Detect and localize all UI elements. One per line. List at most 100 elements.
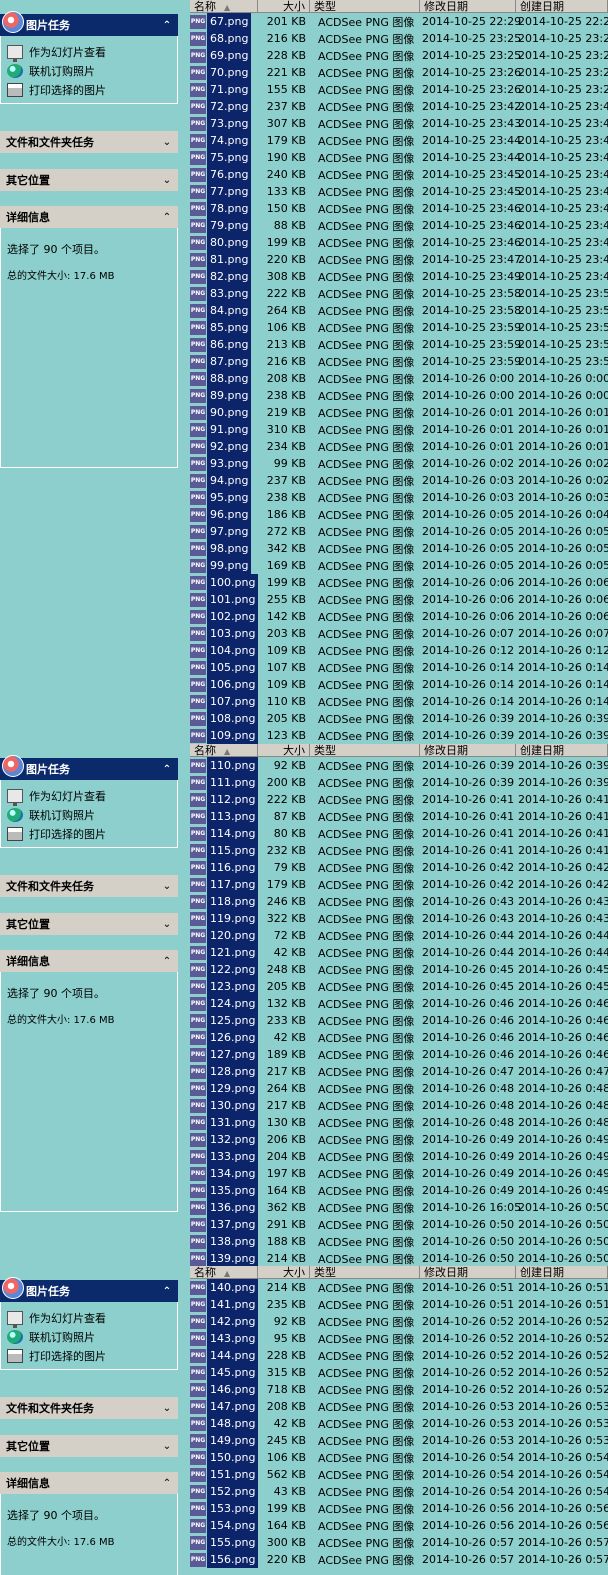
file-name-cell[interactable]: PNG 80.png <box>190 234 258 251</box>
file-name-cell[interactable]: PNG 106.png <box>190 676 258 693</box>
file-name-cell[interactable]: PNG 110.png <box>190 757 258 774</box>
file-name-cell[interactable]: PNG 135.png <box>190 1182 258 1199</box>
file-name-cell[interactable]: PNG 121.png <box>190 944 258 961</box>
view-slideshow-link[interactable]: 作为幻灯片查看 <box>7 1308 177 1328</box>
file-name-cell[interactable]: PNG 89.png <box>190 387 258 404</box>
table-row[interactable]: PNG 94.png 237 KB ACDSee PNG 图像 2014-10-26 0… <box>190 472 608 489</box>
file-name-cell[interactable]: PNG 117.png <box>190 876 258 893</box>
table-row[interactable]: PNG 119.png 322 KB ACDSee PNG 图像 2014-10-26 … <box>190 910 608 927</box>
table-row[interactable]: PNG 152.png 43 KB ACDSee PNG 图像 2014-10-26 0… <box>190 1483 608 1500</box>
table-row[interactable]: PNG 118.png 246 KB ACDSee PNG 图像 2014-10-26 … <box>190 893 608 910</box>
table-row[interactable]: PNG 108.png 205 KB ACDSee PNG 图像 2014-10-26 … <box>190 710 608 727</box>
column-size[interactable]: 大小 <box>258 1266 310 1278</box>
other-places-header[interactable]: 其它位置 ⌄ <box>0 169 178 191</box>
file-name-cell[interactable]: PNG 113.png <box>190 808 258 825</box>
table-row[interactable]: PNG 69.png 228 KB ACDSee PNG 图像 2014-10-25 2… <box>190 47 608 64</box>
table-row[interactable]: PNG 99.png 169 KB ACDSee PNG 图像 2014-10-26 0… <box>190 557 608 574</box>
expand-icon[interactable]: ⌄ <box>156 137 178 148</box>
table-row[interactable]: PNG 85.png 106 KB ACDSee PNG 图像 2014-10-25 2… <box>190 319 608 336</box>
file-name-cell[interactable]: PNG 146.png <box>190 1381 258 1398</box>
table-row[interactable]: PNG 110.png 92 KB ACDSee PNG 图像 2014-10-26 0… <box>190 757 608 774</box>
table-row[interactable]: PNG 100.png 199 KB ACDSee PNG 图像 2014-10-26 … <box>190 574 608 591</box>
file-name-cell[interactable]: PNG 115.png <box>190 842 258 859</box>
file-name-cell[interactable]: PNG 155.png <box>190 1534 258 1551</box>
file-name-cell[interactable]: PNG 131.png <box>190 1114 258 1131</box>
order-prints-link[interactable]: 联机订购照片 <box>7 61 177 80</box>
table-row[interactable]: PNG 133.png 204 KB ACDSee PNG 图像 2014-10-26 … <box>190 1148 608 1165</box>
file-name-cell[interactable]: PNG 67.png <box>190 13 258 30</box>
table-row[interactable]: PNG 74.png 179 KB ACDSee PNG 图像 2014-10-25 2… <box>190 132 608 149</box>
file-name-cell[interactable]: PNG 72.png <box>190 98 258 115</box>
file-name-cell[interactable]: PNG 123.png <box>190 978 258 995</box>
file-name-cell[interactable]: PNG 114.png <box>190 825 258 842</box>
order-prints-link[interactable]: 联机订购照片 <box>7 805 177 824</box>
file-name-cell[interactable]: PNG 133.png <box>190 1148 258 1165</box>
details-header[interactable]: 详细信息 ⌃ <box>0 1472 178 1494</box>
table-row[interactable]: PNG 150.png 106 KB ACDSee PNG 图像 2014-10-26 … <box>190 1449 608 1466</box>
table-row[interactable]: PNG 141.png 235 KB ACDSee PNG 图像 2014-10-26 … <box>190 1296 608 1313</box>
table-row[interactable]: PNG 114.png 80 KB ACDSee PNG 图像 2014-10-26 0… <box>190 825 608 842</box>
table-row[interactable]: PNG 148.png 42 KB ACDSee PNG 图像 2014-10-26 0… <box>190 1415 608 1432</box>
view-slideshow-link[interactable]: 作为幻灯片查看 <box>7 42 177 62</box>
table-row[interactable]: PNG 127.png 189 KB ACDSee PNG 图像 2014-10-26 … <box>190 1046 608 1063</box>
file-name-cell[interactable]: PNG 69.png <box>190 47 258 64</box>
table-row[interactable]: PNG 84.png 264 KB ACDSee PNG 图像 2014-10-25 2… <box>190 302 608 319</box>
print-selected-link[interactable]: 打印选择的图片 <box>7 80 177 99</box>
file-name-cell[interactable]: PNG 92.png <box>190 438 258 455</box>
column-modified[interactable]: 修改日期 <box>420 0 516 12</box>
table-row[interactable]: PNG 155.png 300 KB ACDSee PNG 图像 2014-10-26 … <box>190 1534 608 1551</box>
table-row[interactable]: PNG 86.png 213 KB ACDSee PNG 图像 2014-10-25 2… <box>190 336 608 353</box>
table-row[interactable]: PNG 91.png 310 KB ACDSee PNG 图像 2014-10-26 0… <box>190 421 608 438</box>
file-name-cell[interactable]: PNG 68.png <box>190 30 258 47</box>
details-header[interactable]: 详细信息 ⌃ <box>0 206 178 228</box>
file-name-cell[interactable]: PNG 141.png <box>190 1296 258 1313</box>
table-row[interactable]: PNG 126.png 42 KB ACDSee PNG 图像 2014-10-26 0… <box>190 1029 608 1046</box>
column-created[interactable]: 创建日期 <box>516 1266 608 1278</box>
expand-icon[interactable]: ⌄ <box>156 1403 178 1414</box>
collapse-icon[interactable]: ⌃ <box>156 1478 178 1489</box>
file-name-cell[interactable]: PNG 77.png <box>190 183 258 200</box>
column-name[interactable]: 名称 ▲ <box>190 744 258 756</box>
table-row[interactable]: PNG 73.png 307 KB ACDSee PNG 图像 2014-10-25 2… <box>190 115 608 132</box>
file-name-cell[interactable]: PNG 119.png <box>190 910 258 927</box>
file-name-cell[interactable]: PNG 136.png <box>190 1199 258 1216</box>
file-name-cell[interactable]: PNG 145.png <box>190 1364 258 1381</box>
print-selected-link[interactable]: 打印选择的图片 <box>7 1346 177 1365</box>
table-row[interactable]: PNG 123.png 205 KB ACDSee PNG 图像 2014-10-26 … <box>190 978 608 995</box>
column-modified[interactable]: 修改日期 <box>420 744 516 756</box>
table-row[interactable]: PNG 95.png 238 KB ACDSee PNG 图像 2014-10-26 0… <box>190 489 608 506</box>
table-row[interactable]: PNG 109.png 123 KB ACDSee PNG 图像 2014-10-26 … <box>190 727 608 744</box>
file-name-cell[interactable]: PNG 129.png <box>190 1080 258 1097</box>
file-name-cell[interactable]: PNG 148.png <box>190 1415 258 1432</box>
table-row[interactable]: PNG 81.png 220 KB ACDSee PNG 图像 2014-10-25 2… <box>190 251 608 268</box>
file-name-cell[interactable]: PNG 78.png <box>190 200 258 217</box>
file-name-cell[interactable]: PNG 100.png <box>190 574 258 591</box>
file-name-cell[interactable]: PNG 116.png <box>190 859 258 876</box>
table-row[interactable]: PNG 156.png 220 KB ACDSee PNG 图像 2014-10-26 … <box>190 1551 608 1568</box>
file-name-cell[interactable]: PNG 105.png <box>190 659 258 676</box>
file-name-cell[interactable]: PNG 108.png <box>190 710 258 727</box>
table-row[interactable]: PNG 134.png 197 KB ACDSee PNG 图像 2014-10-26 … <box>190 1165 608 1182</box>
file-name-cell[interactable]: PNG 104.png <box>190 642 258 659</box>
other-places-header[interactable]: 其它位置 ⌄ <box>0 913 178 935</box>
file-name-cell[interactable]: PNG 139.png <box>190 1250 258 1266</box>
file-name-cell[interactable]: PNG 85.png <box>190 319 258 336</box>
file-name-cell[interactable]: PNG 122.png <box>190 961 258 978</box>
file-name-cell[interactable]: PNG 147.png <box>190 1398 258 1415</box>
pictures-tasks-header[interactable]: 图片任务 ⌃ <box>0 755 178 780</box>
file-name-cell[interactable]: PNG 124.png <box>190 995 258 1012</box>
table-row[interactable]: PNG 143.png 95 KB ACDSee PNG 图像 2014-10-26 0… <box>190 1330 608 1347</box>
file-name-cell[interactable]: PNG 144.png <box>190 1347 258 1364</box>
column-name[interactable]: 名称 ▲ <box>190 0 258 12</box>
table-row[interactable]: PNG 122.png 248 KB ACDSee PNG 图像 2014-10-26 … <box>190 961 608 978</box>
table-row[interactable]: PNG 116.png 79 KB ACDSee PNG 图像 2014-10-26 0… <box>190 859 608 876</box>
table-row[interactable]: PNG 111.png 200 KB ACDSee PNG 图像 2014-10-26 … <box>190 774 608 791</box>
table-row[interactable]: PNG 88.png 208 KB ACDSee PNG 图像 2014-10-26 0… <box>190 370 608 387</box>
file-name-cell[interactable]: PNG 87.png <box>190 353 258 370</box>
table-row[interactable]: PNG 104.png 109 KB ACDSee PNG 图像 2014-10-26 … <box>190 642 608 659</box>
file-name-cell[interactable]: PNG 153.png <box>190 1500 258 1517</box>
table-row[interactable]: PNG 115.png 232 KB ACDSee PNG 图像 2014-10-26 … <box>190 842 608 859</box>
file-name-cell[interactable]: PNG 134.png <box>190 1165 258 1182</box>
column-size[interactable]: 大小 <box>258 744 310 756</box>
file-name-cell[interactable]: PNG 73.png <box>190 115 258 132</box>
